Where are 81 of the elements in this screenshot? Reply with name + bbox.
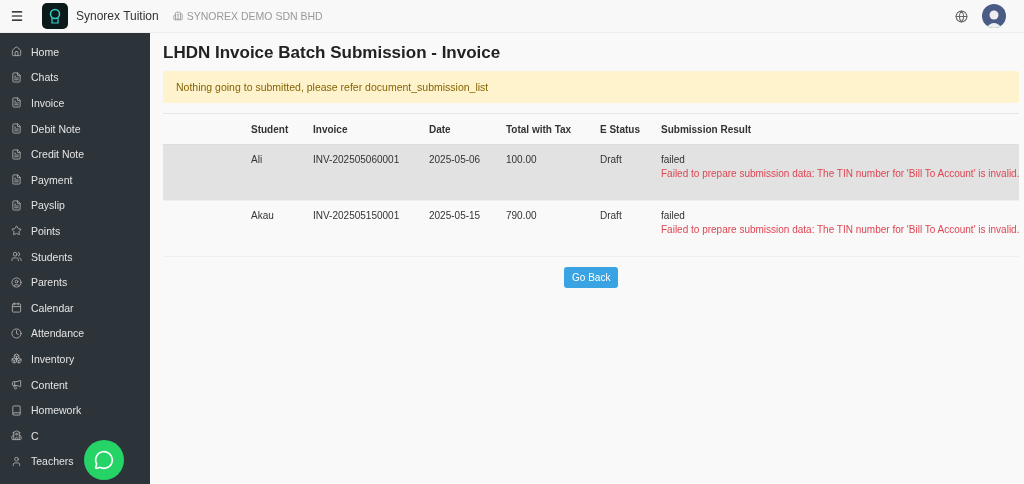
sidebar-item[interactable]: Homework xyxy=(0,397,150,423)
menu-icon[interactable] xyxy=(10,9,24,23)
sidebar-label: Invoice xyxy=(31,97,65,109)
table-cell-text: Ali xyxy=(251,154,264,167)
table-cell-text: 790.00 xyxy=(506,210,538,223)
sidebar-item[interactable]: C xyxy=(0,422,150,449)
company-name: SYNOREX DEMO SDN BHD xyxy=(186,10,323,22)
sidebar-label: Payment xyxy=(31,173,73,186)
document-icon xyxy=(11,123,22,135)
table-cell-text: INV-202505150001 xyxy=(313,210,401,223)
school-icon xyxy=(11,430,22,442)
sidebar-item[interactable]: Chats xyxy=(0,64,150,91)
sidebar-label: Inventory xyxy=(31,352,75,365)
sidebar-item[interactable]: Attendance xyxy=(0,320,150,347)
table-cell-text: INV-202505060001 xyxy=(313,154,401,167)
clock-icon xyxy=(11,327,22,339)
sidebar-item[interactable]: Calendar xyxy=(0,294,150,321)
building-icon xyxy=(172,11,183,21)
document-icon xyxy=(11,174,22,186)
megaphone-icon xyxy=(11,379,22,390)
column-header: Invoice xyxy=(313,123,349,135)
column-header: Total with Tax xyxy=(506,123,573,135)
sidebar-item[interactable]: Teachers xyxy=(0,448,150,475)
avatar-icon[interactable] xyxy=(982,4,1006,28)
calendar-icon xyxy=(11,302,22,314)
sidebar-item[interactable]: Credit Note xyxy=(0,141,150,167)
sidebar-label: Points xyxy=(31,224,61,237)
globe-icon[interactable] xyxy=(955,9,968,23)
star-icon xyxy=(11,225,22,237)
document-icon xyxy=(11,97,22,109)
sidebar-label: Credit Note xyxy=(31,148,85,161)
column-header: Date xyxy=(429,123,452,135)
error-message: Failed to prepare submission data: The TIN number for 'Bill To Account' is invalid. xyxy=(661,224,1020,235)
sidebar-label: Debit Note xyxy=(31,122,81,135)
sidebar-item[interactable]: Payslip xyxy=(0,192,150,219)
alert-message: Nothing going to submitted, please refer document_submission_list xyxy=(163,71,1020,103)
sidebar-label: Content xyxy=(31,378,68,391)
table-cell-text: Akau xyxy=(251,210,275,223)
sidebar-item[interactable]: Points xyxy=(0,218,150,244)
sidebar-item[interactable]: Parents xyxy=(0,269,150,295)
document-icon xyxy=(11,199,22,211)
document-icon xyxy=(11,148,22,160)
table-cell-text: 2025-05-06 xyxy=(429,154,482,167)
document-icon xyxy=(11,71,22,83)
sidebar-label: Teachers xyxy=(31,455,74,468)
sidebar-label: Parents xyxy=(31,276,68,289)
sidebar-label: Homework xyxy=(31,404,82,417)
column-header: E Status xyxy=(600,123,641,135)
sidebar-label: Attendance xyxy=(31,327,85,340)
book-icon xyxy=(11,404,22,416)
sidebar-label: Payslip xyxy=(31,199,65,212)
result-text: failed xyxy=(661,210,686,221)
sidebar-item[interactable]: Inventory xyxy=(0,346,150,372)
sidebar-item[interactable]: Students xyxy=(0,243,150,270)
column-header: Submission Result xyxy=(661,123,752,135)
sidebar-item[interactable]: Payment xyxy=(0,166,150,193)
table-cell-text: 2025-05-15 xyxy=(429,210,482,223)
chat-bubble-icon xyxy=(94,450,114,470)
page-title: LHDN Invoice Batch Submission - Invoice xyxy=(163,43,502,63)
error-message: Failed to prepare submission data: The TIN number for 'Bill To Account' is invalid. xyxy=(661,168,1020,179)
sidebar-label: Chats xyxy=(31,71,59,84)
users-icon xyxy=(11,251,22,263)
column-header: Student xyxy=(251,123,290,135)
table-cell-text: Draft xyxy=(600,154,623,167)
sidebar-label: Calendar xyxy=(31,301,74,314)
sidebar-label: C xyxy=(31,429,39,442)
user-icon xyxy=(11,455,22,467)
sidebar-item[interactable]: Debit Note xyxy=(0,115,150,142)
sidebar-item[interactable]: Home xyxy=(0,39,150,65)
sidebar-item[interactable]: Content xyxy=(0,371,150,398)
sidebar-label: Home xyxy=(31,45,59,58)
boxes-icon xyxy=(11,353,22,365)
logo-icon xyxy=(42,3,68,29)
user-circle-icon xyxy=(11,276,22,288)
home-icon xyxy=(11,46,22,58)
table-cell-text: 100.00 xyxy=(506,154,538,167)
table-cell-text: Draft xyxy=(600,210,623,223)
sidebar-item[interactable]: Invoice xyxy=(0,90,150,116)
app-name: Synorex Tuition xyxy=(76,9,159,23)
result-text: failed xyxy=(661,154,686,165)
sidebar-label: Students xyxy=(31,250,73,263)
